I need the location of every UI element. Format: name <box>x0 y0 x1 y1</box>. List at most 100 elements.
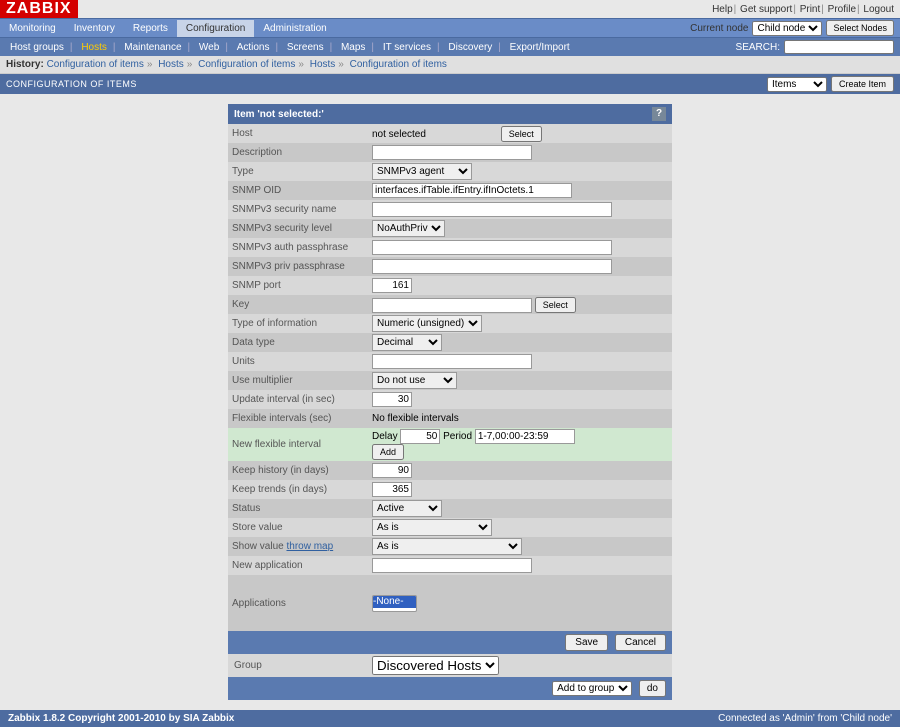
print-link[interactable]: Print <box>800 4 821 15</box>
search-label: SEARCH: <box>736 42 780 53</box>
snmp-oid-input[interactable] <box>372 183 572 198</box>
group-action-select[interactable]: Add to group <box>552 681 632 696</box>
subnav-maintenance[interactable]: Maintenance <box>124 42 181 53</box>
keep-trends-input[interactable] <box>372 482 412 497</box>
snmp-port-input[interactable] <box>372 278 412 293</box>
no-flex-text: No flexible intervals <box>368 409 672 428</box>
create-item-button[interactable] <box>831 76 894 92</box>
help-link[interactable]: Help <box>712 4 733 15</box>
label-data-type: Data type <box>228 333 368 352</box>
delay-label: Delay <box>372 431 398 442</box>
history: History: Configuration of items» Hosts» … <box>0 56 900 74</box>
footer-left: Zabbix 1.8.2 Copyright 2001-2010 by SIA … <box>8 713 234 724</box>
multiplier-select[interactable]: Do not use <box>372 372 457 389</box>
tab-administration[interactable]: Administration <box>254 20 335 37</box>
flex-period-input[interactable] <box>475 429 575 444</box>
history-crumb[interactable]: Hosts <box>310 59 336 70</box>
label-update-int: Update interval (in sec) <box>228 390 368 409</box>
label-auth-pass: SNMPv3 auth passphrase <box>228 238 368 257</box>
support-link[interactable]: Get support <box>740 4 792 15</box>
period-label: Period <box>443 431 472 442</box>
label-sec-name: SNMPv3 security name <box>228 200 368 219</box>
history-crumb[interactable]: Configuration of items <box>47 59 144 70</box>
label-host: Host <box>228 124 368 143</box>
type-info-select[interactable]: Numeric (unsigned) <box>372 315 482 332</box>
go-button[interactable] <box>639 680 666 697</box>
description-input[interactable] <box>372 145 532 160</box>
units-input[interactable] <box>372 354 532 369</box>
store-select[interactable]: As is <box>372 519 492 536</box>
item-form: Host not selected Description Type SNMPv… <box>228 124 672 631</box>
data-type-select[interactable]: Decimal <box>372 334 442 351</box>
label-show-value: Show value throw map <box>228 537 368 556</box>
sec-name-input[interactable] <box>372 202 612 217</box>
group-select[interactable]: Discovered Hosts <box>372 656 499 675</box>
auth-pass-input[interactable] <box>372 240 612 255</box>
label-type-info: Type of information <box>228 314 368 333</box>
subnav: Host groups| Hosts| Maintenance| Web| Ac… <box>6 42 574 53</box>
label-type: Type <box>228 162 368 181</box>
label-new-app: New application <box>228 556 368 575</box>
top-links: Help| Get support| Print| Profile| Logou… <box>712 4 900 15</box>
footer-right: Connected as 'Admin' from 'Child node' <box>718 713 892 724</box>
apps-select[interactable]: -None- <box>372 595 417 612</box>
new-app-input[interactable] <box>372 558 532 573</box>
main-tabs: Monitoring Inventory Reports Configurati… <box>0 20 336 37</box>
subnav-screens[interactable]: Screens <box>287 42 324 53</box>
label-store: Store value <box>228 518 368 537</box>
node-select[interactable]: Child node <box>752 21 822 36</box>
label-new-flex: New flexible interval <box>228 428 368 461</box>
history-crumb[interactable]: Configuration of items <box>350 59 447 70</box>
host-select-button[interactable] <box>501 126 542 142</box>
select-nodes-button[interactable] <box>826 20 894 36</box>
label-keep-trends: Keep trends (in days) <box>228 480 368 499</box>
host-value: not selected <box>372 129 498 140</box>
label-units: Units <box>228 352 368 371</box>
label-multiplier: Use multiplier <box>228 371 368 390</box>
status-select[interactable]: Active <box>372 500 442 517</box>
priv-pass-input[interactable] <box>372 259 612 274</box>
search-input[interactable] <box>784 40 894 54</box>
throw-map-link[interactable]: throw map <box>286 541 333 552</box>
keep-hist-input[interactable] <box>372 463 412 478</box>
history-crumb[interactable]: Configuration of items <box>198 59 295 70</box>
label-description: Description <box>228 143 368 162</box>
key-select-button[interactable] <box>535 297 576 313</box>
page-title: CONFIGURATION OF ITEMS <box>6 79 137 89</box>
show-value-select[interactable]: As is <box>372 538 522 555</box>
flex-delay-input[interactable] <box>400 429 440 444</box>
tab-reports[interactable]: Reports <box>124 20 177 37</box>
label-priv-pass: SNMPv3 priv passphrase <box>228 257 368 276</box>
tab-configuration[interactable]: Configuration <box>177 20 254 37</box>
help-icon[interactable]: ? <box>652 107 666 121</box>
subnav-web[interactable]: Web <box>199 42 219 53</box>
label-group: Group <box>232 660 372 671</box>
label-key: Key <box>228 295 368 314</box>
label-status: Status <box>228 499 368 518</box>
profile-link[interactable]: Profile <box>828 4 856 15</box>
update-int-input[interactable] <box>372 392 412 407</box>
node-selector: Current node Child node <box>690 20 900 36</box>
subnav-hostgroups[interactable]: Host groups <box>10 42 64 53</box>
current-node-label: Current node <box>690 23 748 34</box>
add-flex-button[interactable] <box>372 444 404 460</box>
type-select[interactable]: SNMPv3 agent <box>372 163 472 180</box>
subnav-maps[interactable]: Maps <box>341 42 365 53</box>
tab-monitoring[interactable]: Monitoring <box>0 20 65 37</box>
label-snmp-port: SNMP port <box>228 276 368 295</box>
logo[interactable]: ZABBIX <box>0 0 78 18</box>
subnav-itservices[interactable]: IT services <box>383 42 431 53</box>
sec-level-select[interactable]: NoAuthPriv <box>372 220 445 237</box>
label-snmp-oid: SNMP OID <box>228 181 368 200</box>
subnav-actions[interactable]: Actions <box>237 42 270 53</box>
history-crumb[interactable]: Hosts <box>158 59 184 70</box>
key-input[interactable] <box>372 298 532 313</box>
form-title: Item 'not selected:' <box>234 109 324 120</box>
subnav-discovery[interactable]: Discovery <box>448 42 492 53</box>
tab-inventory[interactable]: Inventory <box>65 20 124 37</box>
toolbar-select[interactable]: Items <box>767 77 827 92</box>
logout-link[interactable]: Logout <box>863 4 894 15</box>
subnav-exportimport[interactable]: Export/Import <box>510 42 570 53</box>
subnav-hosts[interactable]: Hosts <box>81 42 107 53</box>
label-keep-hist: Keep history (in days) <box>228 461 368 480</box>
